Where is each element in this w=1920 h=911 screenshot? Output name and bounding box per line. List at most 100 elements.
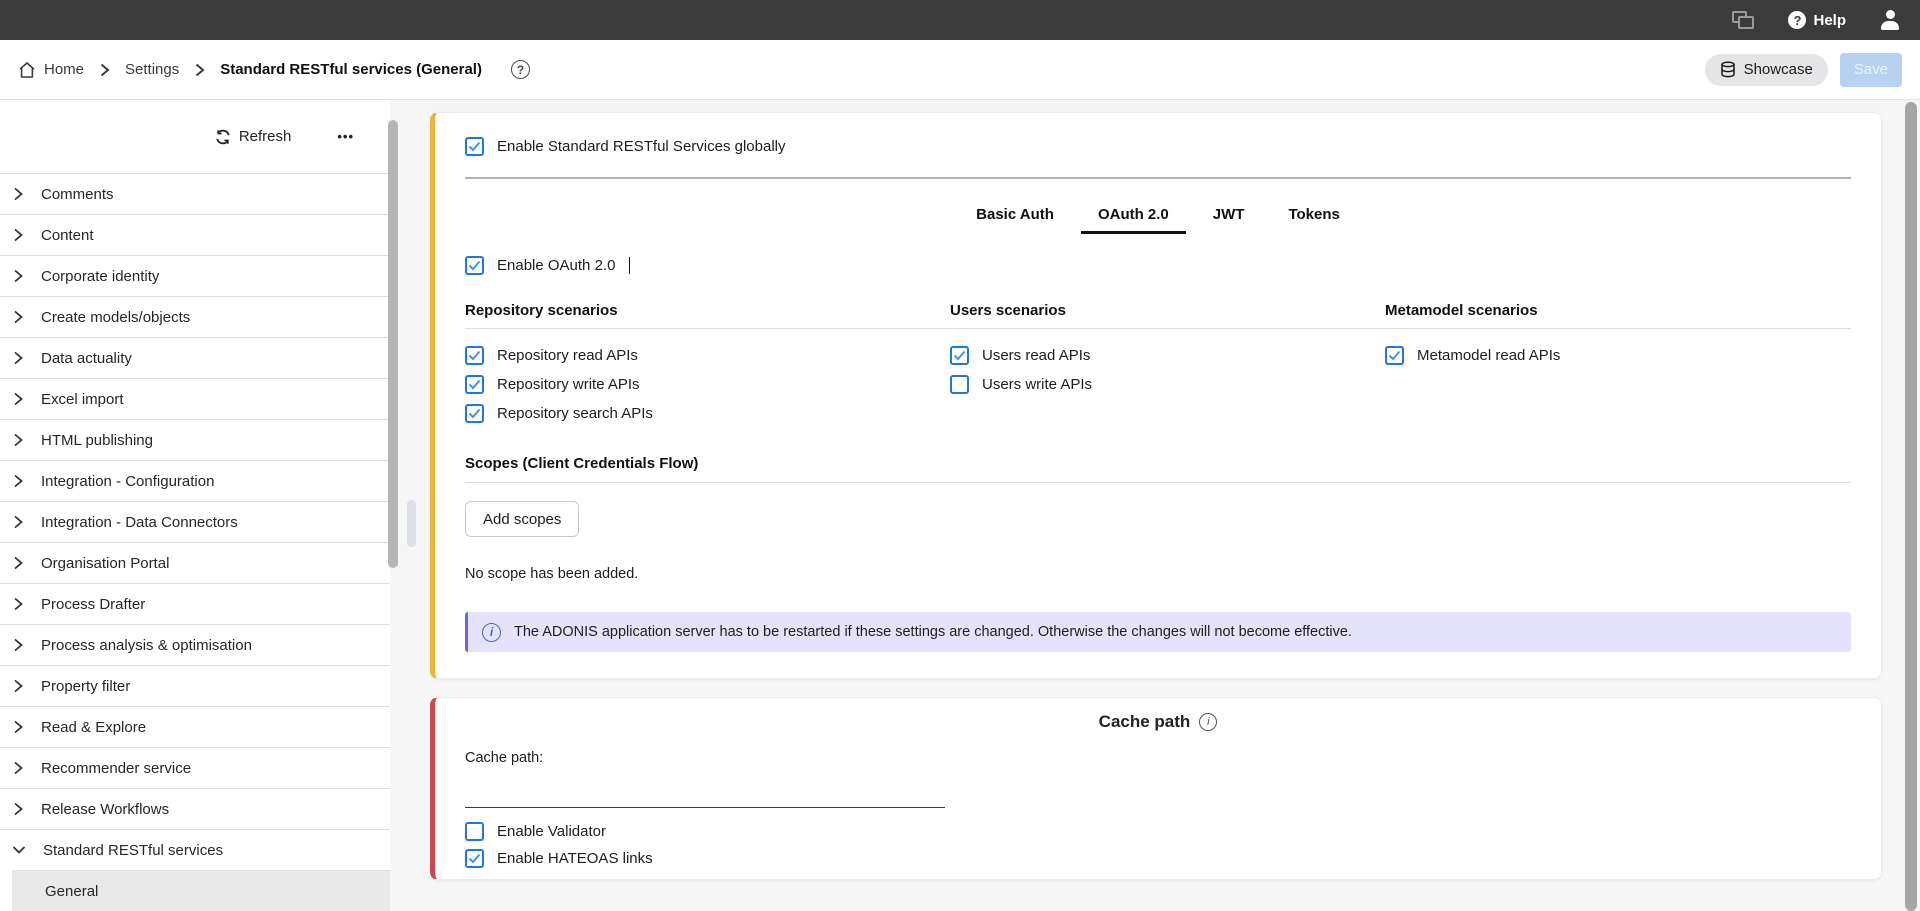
sidebar-item-label: Recommender service: [41, 760, 191, 777]
cache-path-header: Cache path i: [465, 712, 1851, 732]
sidebar-item-read-explore[interactable]: Read & Explore: [0, 706, 390, 747]
cache-path-input[interactable]: [465, 790, 945, 808]
add-scopes-button[interactable]: Add scopes: [465, 501, 579, 537]
text-cursor: [629, 257, 630, 274]
settings-sidebar: Refresh ••• Comments Content Corporate i…: [0, 100, 390, 911]
help-button[interactable]: ? Help: [1788, 11, 1846, 29]
sidebar-item-label: Standard RESTful services: [43, 842, 223, 859]
settings-content: Enable Standard RESTful Services globall…: [405, 100, 1905, 911]
repository-read-label: Repository read APIs: [497, 347, 638, 364]
sidebar-item-label: Process Drafter: [41, 596, 145, 613]
scopes-empty-text: No scope has been added.: [465, 566, 1851, 582]
sidebar-item-html-publishing[interactable]: HTML publishing: [0, 419, 390, 460]
chevron-right-icon: [194, 63, 205, 77]
users-scenarios-list: Users read APIs Users write APIs: [950, 344, 1385, 431]
breadcrumb-settings[interactable]: Settings: [125, 61, 179, 78]
sidebar-item-label: Release Workflows: [41, 801, 169, 818]
sidebar-item-comments[interactable]: Comments: [0, 173, 390, 214]
chevron-right-icon: [12, 269, 24, 283]
refresh-label: Refresh: [239, 128, 292, 145]
home-icon: [18, 61, 36, 79]
sidebar-item-integration-configuration[interactable]: Integration - Configuration: [0, 460, 390, 501]
users-write-checkbox[interactable]: [950, 375, 969, 394]
enable-oauth-checkbox[interactable]: [465, 256, 484, 275]
enable-validator-label: Enable Validator: [497, 823, 606, 840]
sidebar-subitem-label: General: [45, 883, 98, 900]
breadcrumb-home-label: Home: [44, 61, 84, 78]
sidebar-item-label: HTML publishing: [41, 432, 153, 449]
chevron-right-icon: [99, 63, 110, 77]
main-scrollbar[interactable]: [1905, 102, 1917, 911]
users-write-label: Users write APIs: [982, 376, 1092, 393]
enable-hateoas-checkbox[interactable]: [465, 849, 484, 868]
help-icon: ?: [1788, 11, 1806, 29]
chevron-down-icon: [12, 844, 26, 856]
sidebar-item-label: Data actuality: [41, 350, 132, 367]
repository-read-checkbox[interactable]: [465, 346, 484, 365]
sidebar-scrollbar[interactable]: [388, 120, 398, 568]
check-icon: [468, 350, 481, 361]
sidebar-subitem-general[interactable]: General: [12, 870, 390, 911]
showcase-button[interactable]: Showcase: [1705, 54, 1828, 86]
sidebar-item-organisation-portal[interactable]: Organisation Portal: [0, 542, 390, 583]
users-read-checkbox[interactable]: [950, 346, 969, 365]
chevron-right-icon: [12, 679, 24, 693]
check-icon: [468, 379, 481, 390]
sidebar-item-label: Excel import: [41, 391, 124, 408]
repository-search-checkbox[interactable]: [465, 404, 484, 423]
users-scenarios-title: Users scenarios: [950, 302, 1385, 319]
sidebar-item-corporate-identity[interactable]: Corporate identity: [0, 255, 390, 296]
repository-scenarios-list: Repository read APIs Repository write AP…: [465, 344, 950, 431]
sidebar-item-label: Process analysis & optimisation: [41, 637, 252, 654]
enable-rest-globally-label: Enable Standard RESTful Services globall…: [497, 138, 786, 155]
sidebar-item-create-models[interactable]: Create models/objects: [0, 296, 390, 337]
chevron-right-icon: [12, 474, 24, 488]
scenario-headers: Repository scenarios Users scenarios Met…: [465, 302, 1851, 329]
scopes-title: Scopes (Client Credentials Flow): [465, 455, 698, 472]
enable-validator-checkbox[interactable]: [465, 822, 484, 841]
sidebar-item-label: Integration - Configuration: [41, 473, 214, 490]
sidebar-item-data-actuality[interactable]: Data actuality: [0, 337, 390, 378]
save-button[interactable]: Save: [1840, 53, 1902, 87]
sidebar-item-process-drafter[interactable]: Process Drafter: [0, 583, 390, 624]
enable-hateoas-label: Enable HATEOAS links: [497, 850, 653, 867]
repository-write-checkbox[interactable]: [465, 375, 484, 394]
sidebar-item-recommender-service[interactable]: Recommender service: [0, 747, 390, 788]
tab-jwt[interactable]: JWT: [1196, 197, 1262, 234]
repository-scenarios-title: Repository scenarios: [465, 302, 950, 319]
info-icon[interactable]: i: [1199, 713, 1217, 731]
tab-basic-auth[interactable]: Basic Auth: [959, 197, 1071, 234]
sidebar-item-release-workflows[interactable]: Release Workflows: [0, 788, 390, 829]
user-icon[interactable]: [1880, 10, 1900, 30]
enable-validator-row: Enable Validator: [465, 820, 1851, 842]
sidebar-toolbar: Refresh •••: [0, 100, 390, 173]
top-app-bar: ? Help: [0, 0, 1920, 40]
sidebar-item-excel-import[interactable]: Excel import: [0, 378, 390, 419]
breadcrumb-home[interactable]: Home: [18, 61, 84, 79]
page-help-icon[interactable]: ?: [511, 60, 530, 79]
page-title: Standard RESTful services (General): [220, 61, 482, 78]
divider: [465, 177, 1851, 179]
sidebar-item-process-analysis[interactable]: Process analysis & optimisation: [0, 624, 390, 665]
sidebar-item-content[interactable]: Content: [0, 214, 390, 255]
repository-write-label: Repository write APIs: [497, 376, 640, 393]
tab-oauth-2[interactable]: OAuth 2.0: [1081, 197, 1186, 234]
enable-rest-globally-row: Enable Standard RESTful Services globall…: [465, 135, 1851, 157]
header-actions: Showcase Save: [1705, 53, 1902, 87]
users-write-row: Users write APIs: [950, 373, 1385, 395]
chevron-right-icon: [12, 515, 24, 529]
more-options-button[interactable]: •••: [331, 128, 360, 145]
refresh-icon: [215, 129, 231, 145]
check-icon: [1388, 350, 1401, 361]
sidebar-item-property-filter[interactable]: Property filter: [0, 665, 390, 706]
help-label: Help: [1813, 12, 1846, 29]
windows-icon[interactable]: [1732, 11, 1754, 29]
chevron-right-icon: [12, 392, 24, 406]
sidebar-item-integration-data-connectors[interactable]: Integration - Data Connectors: [0, 501, 390, 542]
metamodel-read-checkbox[interactable]: [1385, 346, 1404, 365]
tab-tokens[interactable]: Tokens: [1271, 197, 1356, 234]
sidebar-item-standard-restful-services[interactable]: Standard RESTful services: [0, 829, 390, 870]
chevron-right-icon: [12, 720, 24, 734]
enable-rest-globally-checkbox[interactable]: [465, 137, 484, 156]
refresh-button[interactable]: Refresh: [209, 127, 298, 146]
